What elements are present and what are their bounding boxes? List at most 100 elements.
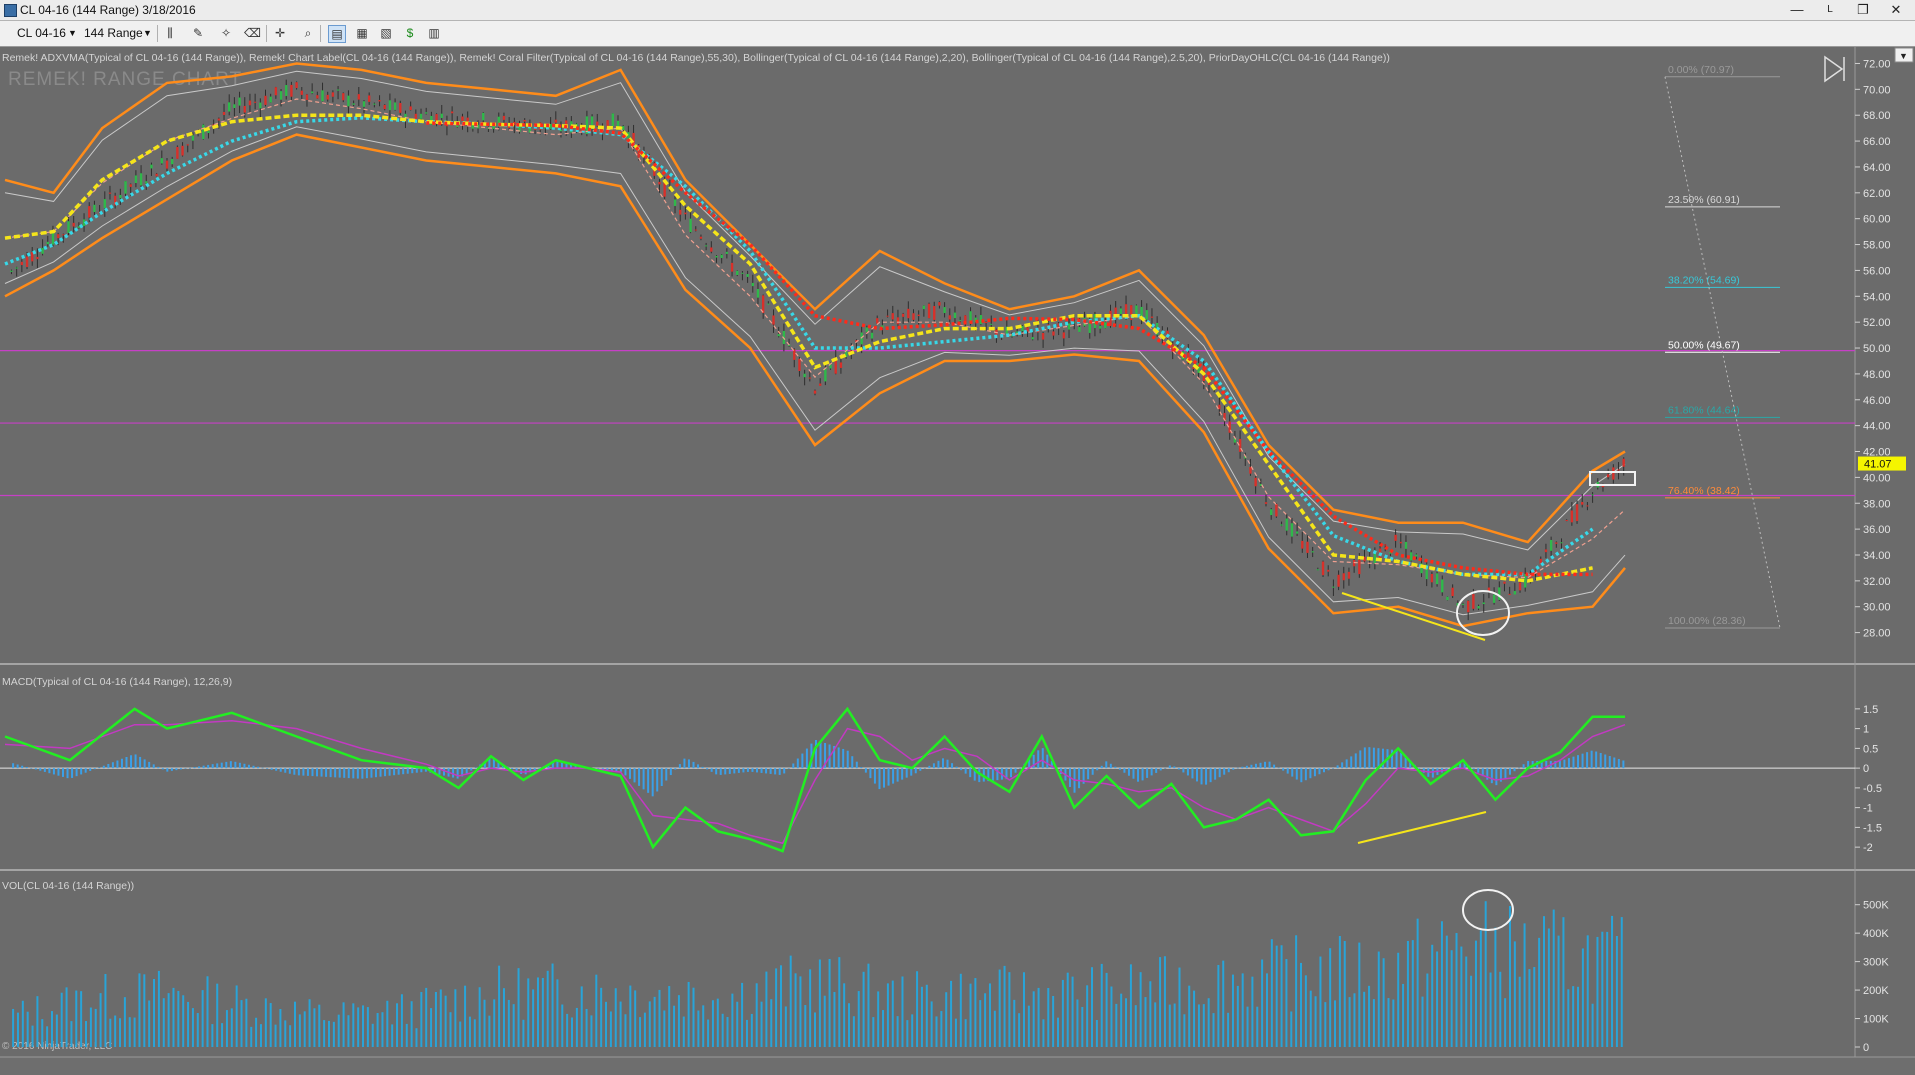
- candle-body: [694, 229, 697, 231]
- volume-bar: [993, 1010, 996, 1047]
- volume-bar: [425, 987, 428, 1047]
- candle-body: [352, 103, 355, 105]
- price-axis-tick-label: 46.00: [1863, 395, 1891, 407]
- volume-bar: [629, 985, 632, 1047]
- volume-bar: [201, 990, 204, 1047]
- volume-bar: [1523, 923, 1526, 1047]
- volume-bar: [410, 1001, 413, 1047]
- macd-histogram-bar: [125, 757, 128, 769]
- macd-histogram-bar: [220, 762, 223, 769]
- pencil-icon[interactable]: ✎: [190, 25, 206, 41]
- candle-body: [720, 254, 723, 259]
- macd-histogram-bar: [1291, 768, 1294, 777]
- volume-bar: [561, 1004, 564, 1047]
- volume-bar: [1091, 967, 1094, 1047]
- chevron-down-icon[interactable]: ▼: [68, 24, 77, 42]
- indicators-icon[interactable]: ▦: [354, 25, 370, 41]
- macd-histogram-bar: [202, 765, 205, 769]
- candle-body: [1041, 333, 1045, 340]
- volume-bar: [1518, 976, 1521, 1047]
- candle-body: [31, 252, 34, 262]
- candle-body: [1399, 541, 1402, 544]
- candle-body: [704, 245, 708, 247]
- price-axis-tick-label: 44.00: [1863, 421, 1891, 433]
- macd-histogram-bar: [896, 768, 899, 782]
- candle-body: [1384, 544, 1387, 546]
- volume-bar: [1003, 965, 1006, 1047]
- candle-body: [20, 261, 24, 266]
- volume-bar: [99, 993, 102, 1047]
- macd-histogram-bar: [1200, 768, 1203, 785]
- volume-bar: [770, 999, 773, 1047]
- candle-body: [917, 314, 920, 317]
- helper-button[interactable]: L: [1813, 0, 1847, 20]
- macd-histogram-bar: [1019, 768, 1022, 769]
- restore-button[interactable]: ❐: [1846, 0, 1880, 20]
- macd-histogram-bar: [1572, 756, 1575, 769]
- zoom-icon[interactable]: ⌕: [300, 25, 316, 41]
- data-box-icon[interactable]: ▥: [426, 25, 442, 41]
- close-button[interactable]: ✕: [1879, 0, 1913, 20]
- candle-body: [1275, 504, 1278, 517]
- candle-body: [1586, 505, 1589, 507]
- macd-histogram-bar: [1091, 768, 1094, 775]
- volume-bar: [1261, 959, 1264, 1047]
- chart-area[interactable]: REMEK! RANGE CHART Remek! ADXVMA(Typical…: [0, 47, 1915, 1075]
- candle-body: [1565, 520, 1568, 522]
- minimize-button[interactable]: —: [1780, 0, 1814, 20]
- macd-histogram-bar: [1558, 761, 1561, 769]
- chevron-down-icon[interactable]: ▼: [1899, 51, 1908, 61]
- price-axis-tick-label: 34.00: [1863, 550, 1891, 562]
- volume-bar: [1178, 967, 1181, 1047]
- candle-body: [264, 95, 267, 105]
- period-selector[interactable]: 144 Range: [84, 24, 143, 42]
- price-axis-tick-label: 56.00: [1863, 265, 1891, 277]
- macd-histogram-bar: [452, 768, 455, 778]
- macd-histogram-bar: [456, 768, 459, 779]
- macd-histogram-bar: [1218, 768, 1221, 778]
- crosshair-icon[interactable]: ✛: [272, 25, 288, 41]
- volume-bar: [31, 1025, 34, 1047]
- macd-histogram-bar: [651, 768, 654, 797]
- volume-bar: [571, 1017, 573, 1047]
- candle-body: [1441, 579, 1444, 593]
- volume-axis-tick-label: 400K: [1863, 928, 1889, 940]
- candle-body: [1451, 587, 1454, 597]
- candle-body: [958, 320, 962, 322]
- macd-histogram-bar: [98, 767, 101, 769]
- macd-histogram-bar: [71, 768, 74, 778]
- macd-histogram-bar: [1209, 768, 1212, 783]
- price-axis-tick-label: 40.00: [1863, 472, 1891, 484]
- volume-bar: [153, 978, 156, 1047]
- volume-bar: [867, 963, 870, 1047]
- candle-body: [1591, 494, 1594, 496]
- macd-histogram-bar: [1236, 767, 1239, 769]
- candle-body: [425, 112, 428, 114]
- volume-bar: [585, 1008, 588, 1047]
- candle-body: [865, 327, 869, 332]
- macd-histogram-bar: [737, 768, 740, 773]
- volume-bar: [162, 998, 165, 1047]
- strategy-icon[interactable]: ▧: [378, 25, 394, 41]
- volume-bar: [653, 996, 656, 1047]
- macd-histogram-bar: [89, 768, 92, 771]
- volume-bar: [114, 1015, 117, 1047]
- volume-bar: [376, 1013, 379, 1047]
- volume-bar: [1343, 940, 1346, 1047]
- chart-properties-icon[interactable]: ▤: [328, 25, 346, 43]
- instrument-selector[interactable]: CL 04-16: [17, 24, 66, 42]
- bar-style-icon[interactable]: ⫼: [162, 25, 178, 41]
- macd-histogram-bar: [1227, 768, 1230, 773]
- volume-bar: [1270, 939, 1273, 1047]
- macd-histogram-bar: [678, 764, 681, 769]
- volume-bar: [828, 958, 831, 1047]
- macd-histogram-bar: [179, 768, 182, 770]
- volume-bar: [430, 1008, 433, 1047]
- eraser-icon[interactable]: ⌫: [244, 25, 261, 41]
- chevron-down-icon[interactable]: ▼: [143, 24, 152, 42]
- dollar-icon[interactable]: $: [402, 25, 418, 41]
- candle-body: [798, 358, 801, 372]
- indicator-icon[interactable]: ✧: [218, 25, 234, 41]
- candle-body: [285, 85, 288, 96]
- macd-axis-tick-label: -2: [1863, 842, 1873, 854]
